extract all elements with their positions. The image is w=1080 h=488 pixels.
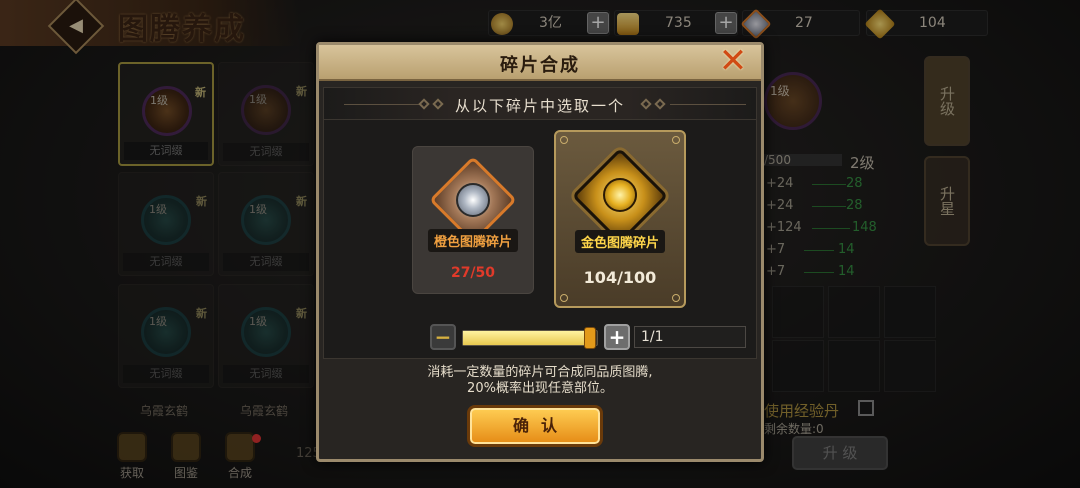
orange-fragment-option[interactable]: 橙色图腾碎片 27/50: [412, 146, 534, 294]
corner-ornament: [672, 136, 680, 144]
ornament-line: [670, 104, 746, 105]
fragment-count: 27/50: [450, 265, 496, 281]
increase-button[interactable]: +: [604, 324, 630, 350]
dialog-title: 碎片合成: [500, 55, 580, 76]
gold-fragment-icon: [603, 178, 637, 212]
synthesis-description: 消耗一定数量的碎片可合成同品质图腾, 20%概率出现任意部位。: [319, 365, 761, 397]
corner-ornament: [672, 294, 680, 302]
description-line: 消耗一定数量的碎片可合成同品质图腾,: [427, 365, 653, 380]
description-line: 20%概率出现任意部位。: [467, 381, 613, 396]
fragment-synthesis-dialog: 碎片合成 ✕ 从以下碎片中选取一个 橙色图腾碎片 27/50 金色图腾碎片 10…: [316, 42, 764, 462]
slider-handle[interactable]: [584, 327, 597, 349]
fragment-count: 104/100: [583, 268, 657, 287]
close-button[interactable]: ✕: [715, 44, 751, 79]
fragment-name: 橙色图腾碎片: [427, 229, 519, 252]
slider-fill: [463, 331, 591, 345]
close-x-icon: ✕: [718, 41, 748, 81]
decrease-button[interactable]: −: [430, 324, 456, 350]
quantity-display: 1/1: [634, 326, 746, 348]
corner-ornament: [560, 136, 568, 144]
dialog-header: 碎片合成 ✕: [319, 44, 761, 81]
selection-instruction: 从以下碎片中选取一个: [454, 97, 625, 115]
orange-fragment-icon: [456, 183, 490, 217]
confirm-button[interactable]: 确认: [467, 405, 603, 447]
fragment-name: 金色图腾碎片: [574, 230, 666, 253]
fragment-selection-panel: 从以下碎片中选取一个 橙色图腾碎片 27/50 金色图腾碎片 104/100 −: [323, 87, 757, 359]
gold-fragment-option[interactable]: 金色图腾碎片 104/100: [554, 130, 686, 308]
quantity-slider[interactable]: [462, 327, 598, 349]
selection-header: 从以下碎片中选取一个: [324, 88, 756, 120]
corner-ornament: [560, 294, 568, 302]
